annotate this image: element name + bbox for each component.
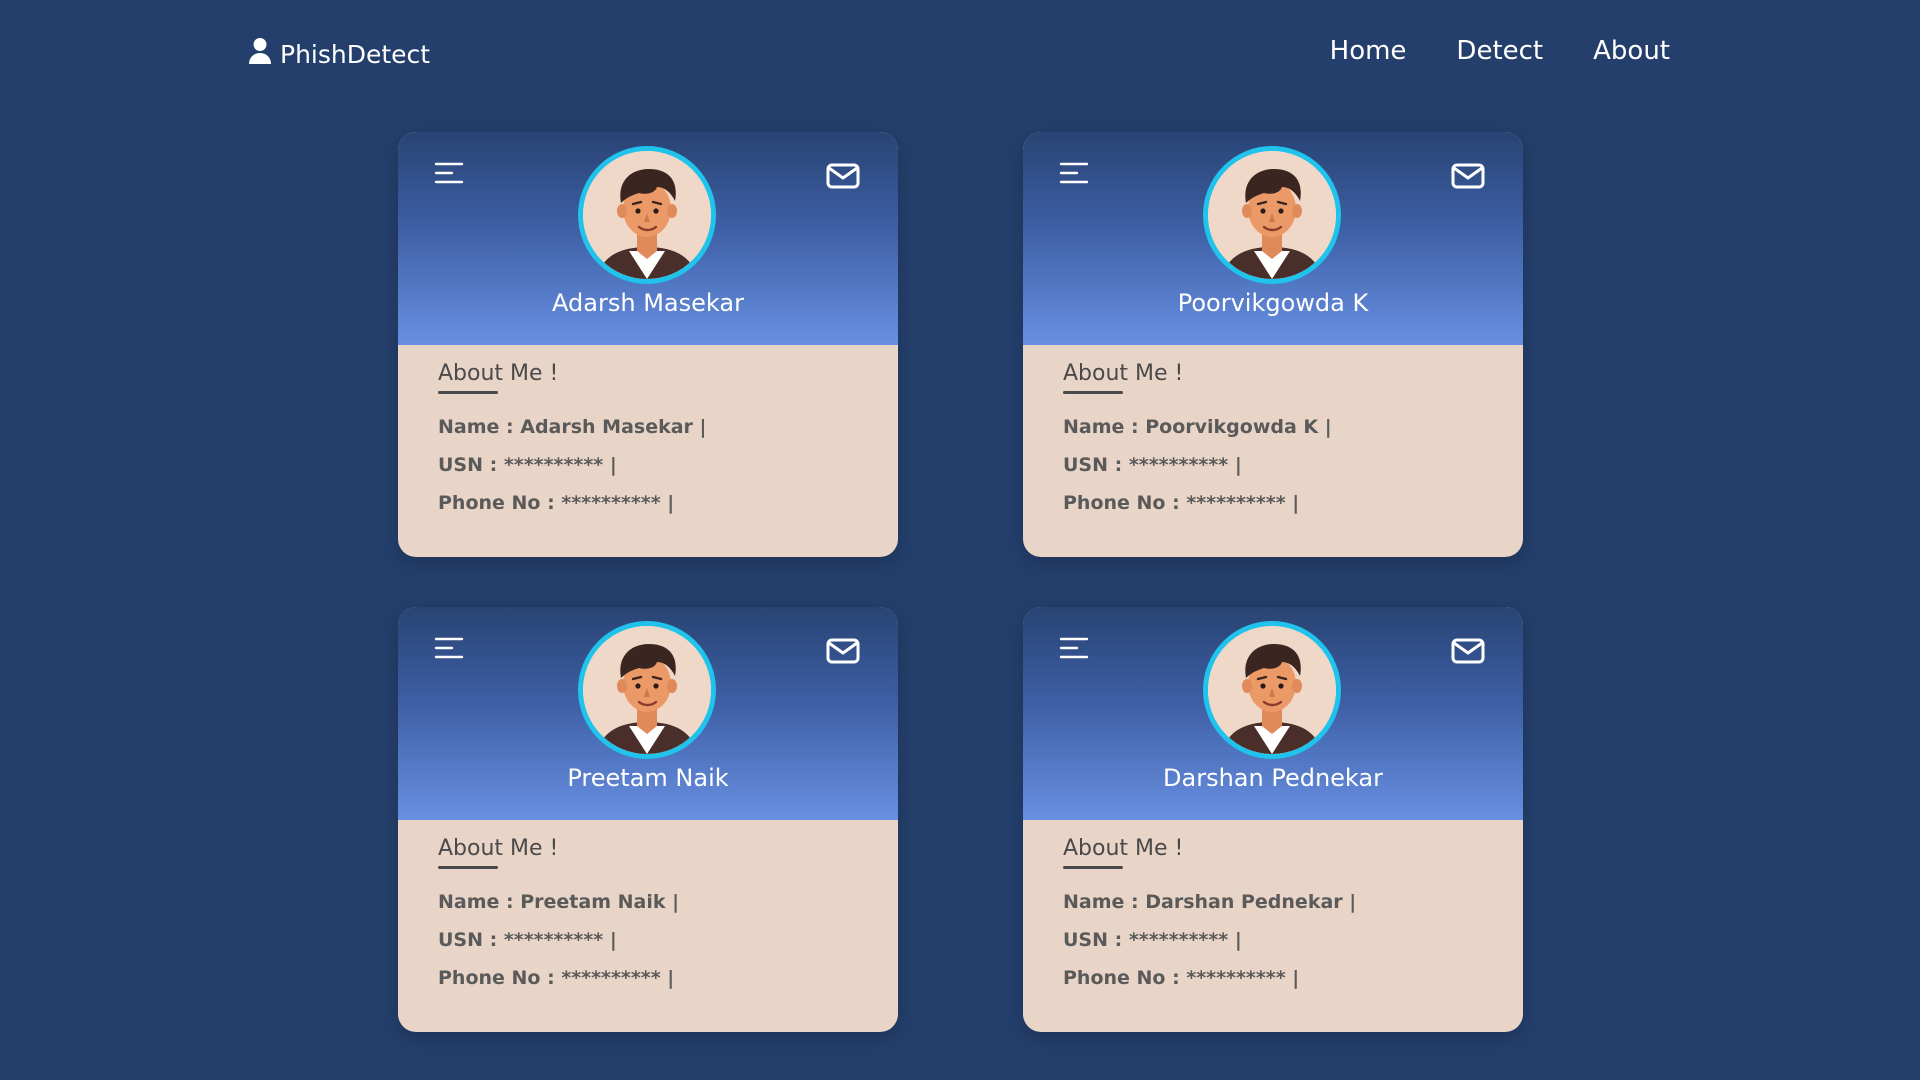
- avatar: [1203, 621, 1341, 759]
- profile-card-4: Darshan Pednekar About Me ! Name : Darsh…: [1023, 607, 1523, 1032]
- about-title: About Me !: [438, 836, 559, 869]
- menu-icon[interactable]: [434, 635, 464, 661]
- info-row-usn: USN : ********** |: [1063, 454, 1242, 476]
- info-row-phone: Phone No : ********** |: [438, 967, 675, 989]
- info-row-usn: USN : ********** |: [1063, 929, 1242, 951]
- info-row-name: Name : Poorvikgowda K |: [1063, 416, 1332, 438]
- menu-icon[interactable]: [1059, 635, 1089, 661]
- mail-icon[interactable]: [1451, 637, 1485, 665]
- avatar: [578, 621, 716, 759]
- about-title: About Me !: [438, 361, 559, 394]
- info-row-name: Name : Preetam Naik |: [438, 891, 680, 913]
- card-name: Darshan Pednekar: [1163, 764, 1383, 792]
- card-header: Poorvikgowda K: [1023, 132, 1523, 345]
- info-row-usn: USN : ********** |: [438, 454, 617, 476]
- about-underline: [1063, 391, 1123, 394]
- about-title: About Me !: [1063, 361, 1184, 394]
- info-rows: Name : Preetam Naik | USN : ********** |…: [438, 891, 858, 989]
- card-header: Darshan Pednekar: [1023, 607, 1523, 820]
- info-row-phone: Phone No : ********** |: [1063, 492, 1300, 514]
- card-body: About Me ! Name : Poorvikgowda K | USN :…: [1023, 345, 1523, 557]
- card-name: Poorvikgowda K: [1177, 289, 1369, 317]
- mail-icon[interactable]: [1451, 162, 1485, 190]
- info-row-phone: Phone No : ********** |: [438, 492, 675, 514]
- about-title: About Me !: [1063, 836, 1184, 869]
- avatar: [1203, 146, 1341, 284]
- info-rows: Name : Darshan Pednekar | USN : ********…: [1063, 891, 1483, 989]
- mail-icon[interactable]: [826, 162, 860, 190]
- card-header: Preetam Naik: [398, 607, 898, 820]
- menu-icon[interactable]: [434, 160, 464, 186]
- info-row-name: Name : Darshan Pednekar |: [1063, 891, 1357, 913]
- mail-icon[interactable]: [826, 637, 860, 665]
- about-title-text: About Me !: [1063, 836, 1184, 861]
- info-row-usn: USN : ********** |: [438, 929, 617, 951]
- card-header: Adarsh Masekar: [398, 132, 898, 345]
- card-name: Adarsh Masekar: [552, 289, 744, 317]
- about-title-text: About Me !: [438, 836, 559, 861]
- profile-card-1: Adarsh Masekar About Me ! Name : Adarsh …: [398, 132, 898, 557]
- card-body: About Me ! Name : Preetam Naik | USN : *…: [398, 820, 898, 1032]
- about-underline: [438, 391, 498, 394]
- info-rows: Name : Poorvikgowda K | USN : **********…: [1063, 416, 1483, 514]
- card-body: About Me ! Name : Adarsh Masekar | USN :…: [398, 345, 898, 557]
- info-rows: Name : Adarsh Masekar | USN : **********…: [438, 416, 858, 514]
- about-underline: [1063, 866, 1123, 869]
- card-body: About Me ! Name : Darshan Pednekar | USN…: [1023, 820, 1523, 1032]
- about-title-text: About Me !: [1063, 361, 1184, 386]
- info-row-name: Name : Adarsh Masekar |: [438, 416, 707, 438]
- avatar: [578, 146, 716, 284]
- info-row-phone: Phone No : ********** |: [1063, 967, 1300, 989]
- menu-icon[interactable]: [1059, 160, 1089, 186]
- card-name: Preetam Naik: [567, 764, 729, 792]
- about-title-text: About Me !: [438, 361, 559, 386]
- profile-card-2: Poorvikgowda K About Me ! Name : Poorvik…: [1023, 132, 1523, 557]
- about-underline: [438, 866, 498, 869]
- profile-grid: Adarsh Masekar About Me ! Name : Adarsh …: [0, 0, 1920, 1080]
- profile-card-3: Preetam Naik About Me ! Name : Preetam N…: [398, 607, 898, 1032]
